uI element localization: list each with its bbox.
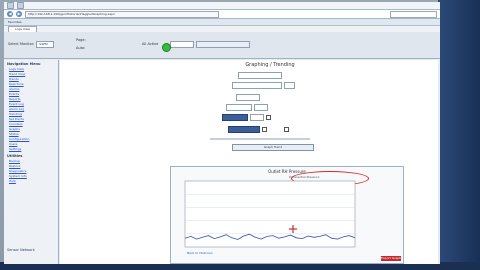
chart-footer-link[interactable]: Back to Historian (187, 251, 213, 255)
monitor-select[interactable]: GSPM (36, 41, 54, 48)
sidebar: Navigation Menu Logs View Trend View Tre… (4, 60, 59, 264)
header-action-button[interactable] (196, 41, 250, 48)
time-select-b[interactable] (250, 114, 264, 121)
range-dropdown[interactable] (236, 94, 260, 101)
option-label (273, 115, 287, 120)
sidebar-section-title: Utilities (7, 154, 23, 158)
page-title: Graphing / Trending (245, 62, 295, 68)
option-checkbox[interactable] (262, 127, 267, 132)
option-label (269, 127, 282, 132)
app-header: Select Monitor: GSPM Page: Auto: All Act… (4, 32, 440, 59)
chart-canvas (184, 180, 356, 248)
form-row (236, 94, 260, 101)
auto-label: Auto: (76, 46, 86, 50)
chart-panel: Outlet RH Pressure Differential Pressure… (170, 166, 404, 264)
time-select[interactable] (222, 114, 248, 121)
option-checkbox[interactable] (284, 127, 289, 132)
status-indicator-icon (162, 43, 171, 52)
info-text-row (210, 138, 310, 140)
browser-window: ◀ ▶ http://192.168.1.100/gpmHistorianHag… (4, 2, 440, 264)
form-row (228, 126, 311, 133)
monitor-bezel (438, 0, 480, 270)
window-control-icon[interactable] (17, 2, 24, 9)
title-bar (4, 2, 440, 10)
search-input[interactable] (390, 10, 437, 18)
main-content: Graphing / Trending Graph Trend Outlet R… (60, 60, 438, 264)
option-checkbox[interactable] (266, 115, 271, 120)
header-subtext (172, 50, 224, 55)
sidebar-item[interactable]: Help (4, 179, 58, 184)
period-dropdown[interactable] (254, 104, 268, 111)
page-label: Page: (76, 38, 86, 42)
form-row (232, 82, 295, 89)
status-field[interactable] (170, 41, 194, 48)
export-button[interactable]: Export Graph (381, 256, 401, 261)
form-row (238, 72, 282, 79)
window-control-icon[interactable] (7, 2, 14, 9)
graph-button[interactable]: Graph Trend (232, 144, 314, 151)
sidebar-footer[interactable]: Sensor Network (7, 248, 35, 252)
status-label: All Active (142, 42, 159, 46)
url-field[interactable]: http://192.168.1.100/gpmHistorianHaggled… (25, 10, 219, 18)
form-row (222, 114, 287, 121)
back-icon[interactable]: ◀ (7, 11, 13, 17)
chart-title: Outlet RH Pressure (268, 169, 306, 174)
sidebar-section-title: Navigation Menu (7, 62, 41, 66)
start-date-field[interactable] (226, 104, 252, 111)
form-row (226, 104, 268, 111)
forward-icon[interactable]: ▶ (16, 11, 22, 17)
monitor-label: Select Monitor: (8, 42, 35, 46)
sensor-dropdown-arrow[interactable] (284, 82, 295, 89)
address-bar: ◀ ▶ http://192.168.1.100/gpmHistorianHag… (4, 10, 440, 19)
monitor-dropdown[interactable] (238, 72, 282, 79)
sensor-dropdown[interactable] (232, 82, 282, 89)
units-select[interactable] (228, 126, 260, 133)
favorites-bar[interactable]: Favorites (4, 19, 440, 26)
option-label (291, 127, 311, 132)
info-text (210, 138, 310, 140)
